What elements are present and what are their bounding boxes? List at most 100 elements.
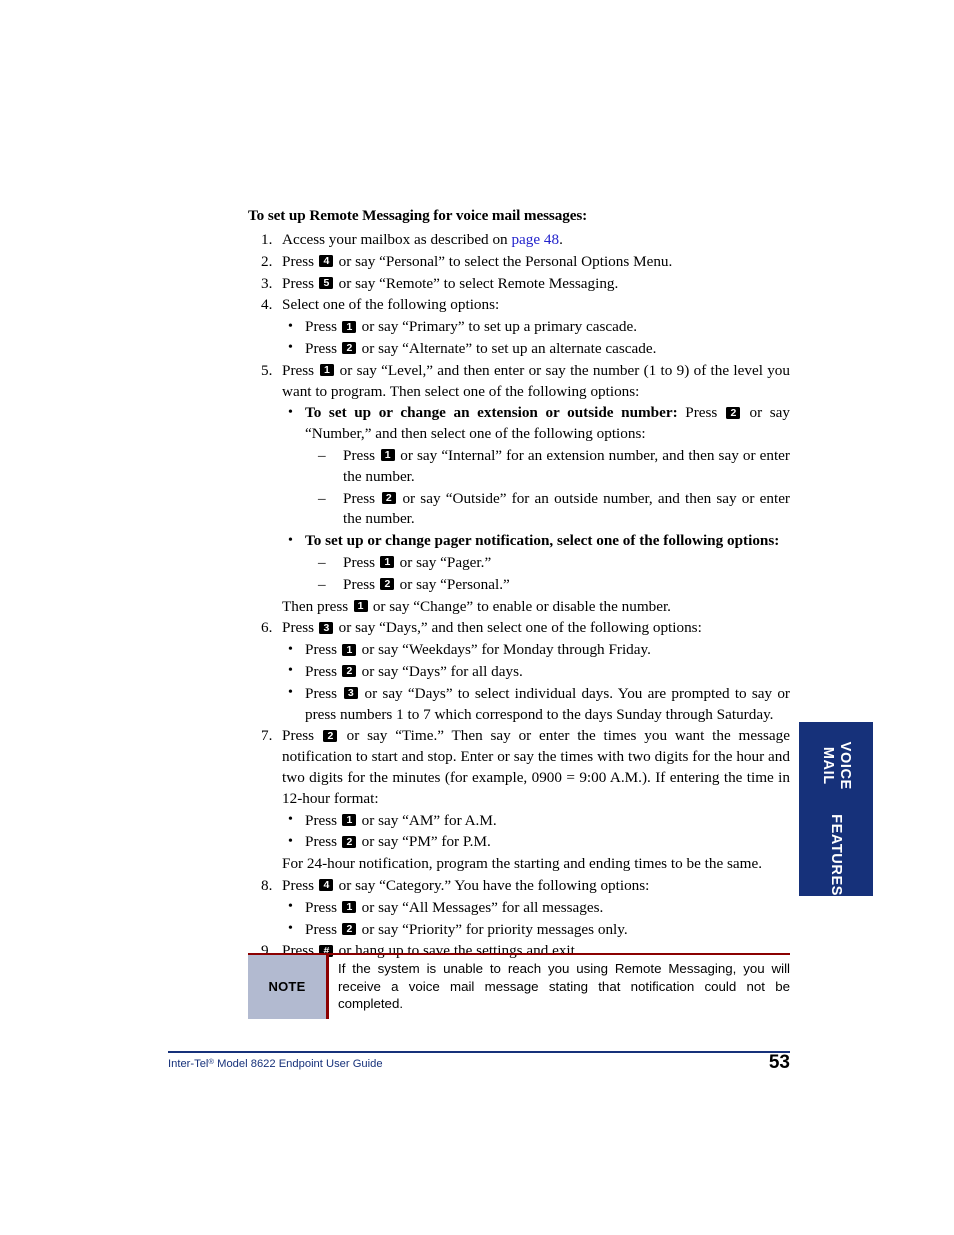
step-bullet-list: • Press 1 or say “All Messages” for all m… [282, 898, 790, 941]
bullet-dot-icon: • [288, 532, 293, 548]
keypad-key-icon: 2 [380, 578, 395, 591]
step-text: Press 5 or say “Remote” to select Remote… [282, 274, 790, 295]
bullet-text-pre: Press [305, 339, 341, 357]
option-text-pre: Press [677, 404, 725, 422]
step-number: 5. [261, 361, 273, 379]
bullet-text-post: or say “Weekdays” for Monday through Fri… [357, 641, 651, 659]
step-text-post: or say “Remote” to select Remote Messagi… [334, 274, 619, 292]
bullet-dot-icon: • [288, 833, 293, 849]
step-text: Press 3 or say “Days,” and then select o… [282, 618, 790, 639]
page-48-crossref-link[interactable]: page 48 [511, 231, 559, 248]
step-text-pre: Press [282, 274, 318, 292]
dash-item: – Press 1 or say “Internal” for an extens… [305, 446, 790, 488]
dash-text-post: or say “Outside” for an outside number, … [343, 489, 790, 528]
chapter-side-tab-line1: VOICE MAIL [820, 741, 853, 790]
dash-text-pre: Press [343, 489, 381, 507]
bullet-text-pre: Press [305, 811, 341, 829]
bullet-item: • Press 1 or say “AM” for A.M. [282, 811, 790, 832]
bullet-text-pre: Press [305, 920, 341, 938]
bullet-dot-icon: • [288, 685, 293, 701]
bullet-item: • Press 3 or say “Days” to select individ… [282, 684, 790, 726]
bullet-item: • Press 1 or say “All Messages” for all m… [282, 898, 790, 919]
bullet-text-post: or say “Primary” to set up a primary cas… [357, 318, 638, 336]
keypad-key-icon: 2 [323, 729, 338, 742]
bullet-text-pre: Press [305, 662, 341, 680]
dash-text-post: or say “Internal” for an extension numbe… [343, 446, 790, 485]
bullet-text-post: or say “AM” for A.M. [357, 811, 497, 829]
bullet-text-post: or say “Days” for all days. [357, 662, 523, 680]
footer-guide-name: Model 8622 Endpoint User Guide [214, 1058, 383, 1070]
step5-option-list: • To set up or change an extension or out… [282, 403, 790, 595]
dash-item: – Press 2 or say “Personal.” [305, 575, 790, 596]
step-item: 8. Press 4 or say “Category.” You have t… [248, 876, 790, 940]
then-text-pre: Then press [282, 597, 353, 615]
step-text-pre: Press [282, 252, 318, 270]
footer-guide-title: Inter-Tel® Model 8622 Endpoint User Guid… [168, 1057, 383, 1070]
page-title: To set up Remote Messaging for voice mai… [248, 207, 588, 224]
step-bullet-list: • Press 1 or say “Weekdays” for Monday th… [282, 640, 790, 725]
step-number: 6. [261, 619, 273, 637]
keypad-key-icon: 5 [319, 277, 334, 290]
bullet-dot-icon: • [288, 921, 293, 936]
step-text-post: or say “Level,” and then enter or say th… [282, 361, 790, 400]
dash-text-post: or say “Personal.” [395, 575, 510, 593]
bullet-text-pre: Press [305, 318, 341, 336]
chapter-side-tab-label: VOICE MAIL FEATURES [799, 722, 873, 896]
bullet-dot-icon: • [288, 340, 293, 356]
option-dash-list: – Press 1 or say “Pager.” – Press 2 or say… [305, 553, 790, 596]
step-item: 6. Press 3 or say “Days,” and then selec… [248, 618, 790, 725]
step-text-post: or say “Days,” and then select one of th… [334, 619, 702, 637]
dash-text-pre: Press [343, 553, 379, 571]
dash-marker-icon: – [318, 446, 326, 464]
keypad-key-icon: 1 [342, 643, 357, 656]
chapter-side-tab-line2: FEATURES [828, 814, 845, 896]
note-body-text: If the system is unable to reach you usi… [338, 961, 790, 1012]
keypad-key-icon: 2 [381, 492, 396, 505]
step-text: Select one of the following options: [282, 296, 500, 314]
bullet-item: • Press 2 or say “Days” for all days. [282, 662, 790, 683]
step-bullet-list: • Press 1 or say “AM” for A.M. • Press 2 o… [282, 811, 790, 854]
page-content: To set up Remote Messaging for voice mai… [248, 206, 790, 962]
keypad-key-icon: 1 [319, 364, 334, 377]
step-text-post: . [559, 231, 563, 248]
step-text: Access your mailbox as described on page… [282, 230, 790, 251]
step-item: 3. Press 5 or say “Remote” to select Rem… [248, 274, 790, 295]
step-number: 3. [261, 274, 273, 292]
step-text-post: or say “Personal” to select the Personal… [334, 252, 673, 270]
step-text-pre: Press [282, 619, 318, 637]
step-item: 7. Press 2 or say “Time.” Then say or en… [248, 726, 790, 875]
option-bold-lead: To set up or change pager notification, … [305, 532, 780, 550]
keypad-key-icon: 1 [353, 600, 368, 613]
keypad-key-icon: 1 [342, 901, 357, 914]
bullet-item: • Press 2 or say “Alternate” to set up an… [282, 339, 790, 360]
bullet-item: • Press 1 or say “Primary” to set up a pr… [282, 317, 790, 338]
keypad-key-icon: 1 [380, 556, 395, 569]
keypad-key-icon: 4 [319, 879, 334, 892]
step7-trailing-line: For 24-hour notification, program the st… [282, 855, 762, 873]
note-inner: NOTE If the system is unable to reach yo… [248, 955, 790, 1019]
keypad-key-icon: 2 [342, 835, 357, 848]
note-label: NOTE [248, 955, 329, 1019]
then-text-post: or say “Change” to enable or disable the… [369, 597, 671, 615]
footer-brand: Inter-Tel [168, 1058, 209, 1070]
step-item: 4. Select one of the following options: … [248, 295, 790, 359]
dash-text-pre: Press [343, 446, 380, 464]
bullet-item: • Press 2 or say “PM” for P.M. [282, 832, 790, 853]
keypad-key-icon: 2 [342, 923, 357, 935]
bullet-dot-icon: • [288, 641, 293, 657]
dash-marker-icon: – [318, 553, 326, 571]
dash-text-pre: Press [343, 575, 379, 593]
step-number: 8. [261, 876, 273, 894]
step-text-pre: Press [282, 361, 319, 379]
document-page: To set up Remote Messaging for voice mai… [0, 0, 954, 1235]
bullet-item-pager-option: • To set up or change pager notification,… [282, 531, 790, 595]
step-number: 7. [261, 727, 273, 745]
step-text-post: or say “Time.” Then say or enter the tim… [282, 727, 790, 807]
bullet-text-pre: Press [305, 684, 343, 702]
chapter-side-tab: VOICE MAIL FEATURES [799, 722, 873, 896]
step-text: Press 1 or say “Level,” and then enter o… [282, 361, 790, 403]
dash-item: – Press 1 or say “Pager.” [305, 553, 790, 574]
bullet-text-post: or say “PM” for P.M. [357, 833, 491, 851]
step-text-post: or say “Category.” You have the followin… [334, 876, 650, 894]
bullet-text-post: or say “All Messages” for all messages. [357, 898, 604, 916]
